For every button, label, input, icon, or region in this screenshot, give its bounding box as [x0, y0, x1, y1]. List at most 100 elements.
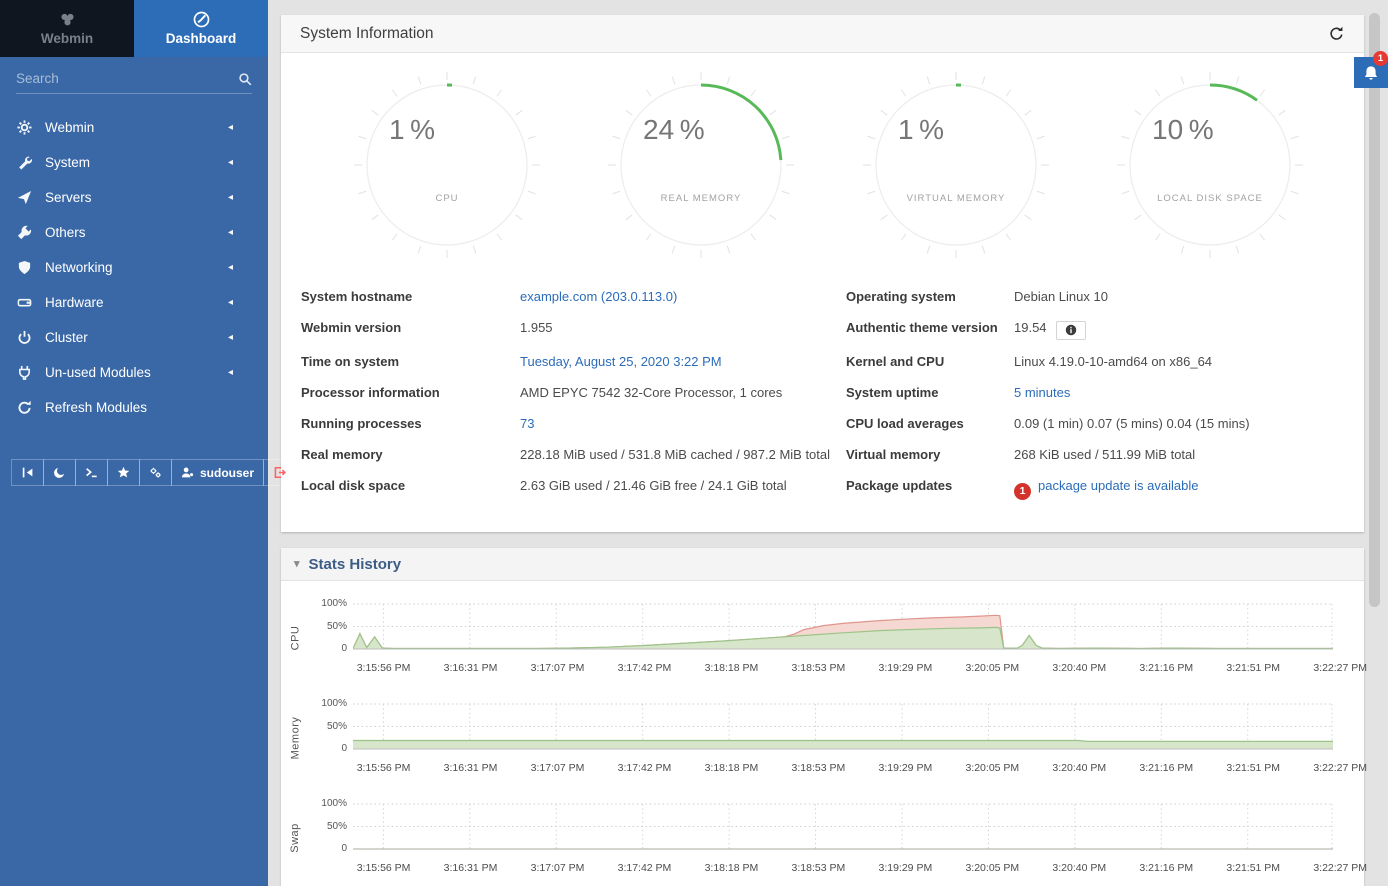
sidebar-item-label: Un-used Modules — [45, 365, 151, 380]
theme-info-button[interactable] — [1056, 321, 1086, 340]
info-value-package-updates: 1package update is available — [1014, 476, 1344, 512]
gears-icon — [149, 466, 162, 479]
terminal-button[interactable] — [75, 459, 108, 486]
bell-icon — [1363, 65, 1379, 81]
collapse-sidebar-button[interactable] — [11, 459, 44, 486]
sidebar-item-servers[interactable]: Servers◂ — [0, 180, 268, 215]
notifications-button[interactable]: 1 — [1354, 57, 1388, 88]
x-tick-label: 3:19:29 PM — [878, 862, 932, 874]
sidebar-item-un-used-modules[interactable]: Un-used Modules ◂ — [0, 355, 268, 390]
charts-container: CPU 100%50%0 3:15:56 PM 3:16:31 PM 3:17:07 P… — [281, 581, 1364, 880]
refresh-icon[interactable] — [1328, 25, 1345, 42]
x-tick-label: 3:22:27 PM — [1313, 762, 1367, 774]
user-plus-icon — [181, 466, 194, 479]
info-link[interactable]: package update is available — [1038, 478, 1198, 493]
sidebar-item-label: Servers — [45, 190, 92, 205]
sidebar-item-networking[interactable]: Networking◂ — [0, 250, 268, 285]
caret-left-icon: ◂ — [223, 330, 238, 345]
caret-left-icon: ◂ — [223, 365, 238, 380]
x-tick-label: 3:18:53 PM — [792, 762, 846, 774]
x-tick-label: 3:15:56 PM — [357, 762, 411, 774]
tools-icon — [17, 225, 32, 240]
sidebar-footer: sudouser — [12, 459, 256, 486]
x-tick-label: 3:17:07 PM — [531, 862, 585, 874]
info-link[interactable]: Tuesday, August 25, 2020 3:22 PM — [520, 354, 722, 369]
gauges-row: 1 % CPU 24 % REAL MEMORY 1 % VIRTUAL MEM… — [281, 53, 1364, 263]
info-text: AMD EPYC 7542 32-Core Processor, 1 cores — [520, 385, 782, 400]
logout-icon — [273, 466, 286, 479]
hdd-icon — [17, 295, 32, 310]
cpu-history-chart: CPU100%50%03:15:56 PM3:16:31 PM3:17:07 P… — [281, 596, 1364, 680]
svg-text:1 %: 1 % — [898, 114, 944, 145]
info-value-system-hostname: example.com (203.0.113.0) — [520, 287, 838, 318]
theme-settings-button[interactable] — [139, 459, 172, 486]
search-input[interactable] — [16, 71, 238, 86]
caret-left-icon: ◂ — [223, 225, 238, 240]
info-value-time-on-system: Tuesday, August 25, 2020 3:22 PM — [520, 352, 838, 383]
x-tick-label: 3:17:07 PM — [531, 762, 585, 774]
x-tick-label: 3:20:05 PM — [965, 662, 1019, 674]
svg-text:VIRTUAL MEMORY: VIRTUAL MEMORY — [906, 193, 1005, 204]
memory-history-chart: Memory 100%50%03:15:56 PM3:16:31 PM3:17:0… — [281, 696, 1364, 780]
info-label-time-on-system: Time on system — [301, 352, 512, 383]
plug-icon — [17, 365, 32, 380]
info-value-real-memory: 228.18 MiB used / 531.8 MiB cached / 987… — [520, 445, 838, 476]
info-value-virtual-memory: 268 KiB used / 511.99 MiB total — [1014, 445, 1344, 476]
swap-history-plot: 3:15:56 PM 3:16:31 PM 3:17:07 PM 3:17:42 PM… — [353, 796, 1339, 880]
info-link[interactable]: 5 minutes — [1014, 385, 1070, 400]
cpu-history-axis-label: CPU — [289, 626, 301, 651]
sidebar-item-cluster[interactable]: Cluster◂ — [0, 320, 268, 355]
sidebar-item-refresh-modules[interactable]: Refresh Modules — [0, 390, 268, 425]
tab-webmin[interactable]: Webmin — [0, 0, 134, 57]
system-information-header: System Information — [281, 15, 1364, 53]
logout-button[interactable] — [263, 459, 296, 486]
notification-badge: 1 — [1373, 51, 1388, 66]
tab-dashboard[interactable]: Dashboard — [134, 0, 268, 57]
stats-history-header[interactable]: ▾ Stats History — [281, 548, 1364, 581]
x-tick-label: 3:18:18 PM — [705, 862, 759, 874]
memory-history-axis-label: Memory — [289, 717, 301, 760]
info-label-system-hostname: System hostname — [301, 287, 512, 318]
info-link[interactable]: example.com (203.0.113.0) — [520, 289, 677, 304]
info-link[interactable]: 73 — [520, 416, 534, 431]
dashboard-icon — [193, 11, 210, 28]
info-label-webmin-version: Webmin version — [301, 318, 512, 352]
sidebar-item-hardware[interactable]: Hardware◂ — [0, 285, 268, 320]
info-label-running-processes: Running processes — [301, 414, 512, 445]
info-value-authentic-theme-version: 19.54 — [1014, 318, 1344, 352]
x-tick-label: 3:17:42 PM — [618, 862, 672, 874]
scrollbar-thumb[interactable] — [1369, 13, 1380, 607]
memory-history-xlabels: 3:15:56 PM3:16:31 PM3:17:07 PM3:17:42 PM… — [353, 762, 1339, 780]
info-label-authentic-theme-version: Authentic theme version — [846, 318, 1006, 352]
gauge-virtual-memory: 1 % VIRTUAL MEMORY — [862, 71, 1050, 263]
favorites-button[interactable] — [107, 459, 140, 486]
caret-left-icon: ◂ — [223, 155, 238, 170]
sidebar-item-others[interactable]: Others◂ — [0, 215, 268, 250]
shield-icon — [17, 260, 32, 275]
x-tick-label: 3:21:51 PM — [1226, 862, 1280, 874]
x-tick-label: 3:15:56 PM — [357, 862, 411, 874]
x-tick-label: 3:20:05 PM — [965, 762, 1019, 774]
search-icon[interactable] — [238, 72, 252, 86]
username-label: sudouser — [200, 466, 254, 480]
system-information-card: System Information 1 % CPU 24 % REAL MEM… — [281, 15, 1364, 532]
night-mode-button[interactable] — [43, 459, 76, 486]
sidebar-item-label: Networking — [45, 260, 113, 275]
paper-plane-icon — [17, 190, 32, 205]
x-tick-label: 3:18:18 PM — [705, 662, 759, 674]
sidebar-item-label: Hardware — [45, 295, 104, 310]
info-label-real-memory: Real memory — [301, 445, 512, 476]
sidebar: Webmin Dashboard Webmin◂System◂Servers◂O… — [0, 0, 268, 886]
info-text: 228.18 MiB used / 531.8 MiB cached / 987… — [520, 447, 830, 462]
x-tick-label: 3:16:31 PM — [444, 862, 498, 874]
memory-history-plot: 3:15:56 PM3:16:31 PM3:17:07 PM3:17:42 PM… — [353, 696, 1339, 780]
info-label-package-updates: Package updates — [846, 476, 1006, 512]
sidebar-search — [16, 71, 252, 94]
caret-down-icon: ▾ — [294, 559, 300, 570]
terminal-icon — [85, 466, 98, 479]
user-button[interactable]: sudouser — [171, 459, 264, 486]
sidebar-item-webmin[interactable]: Webmin◂ — [0, 110, 268, 145]
memory-history-yticks: 100%50%0 — [309, 696, 353, 780]
info-value-webmin-version: 1.955 — [520, 318, 838, 352]
sidebar-item-system[interactable]: System◂ — [0, 145, 268, 180]
